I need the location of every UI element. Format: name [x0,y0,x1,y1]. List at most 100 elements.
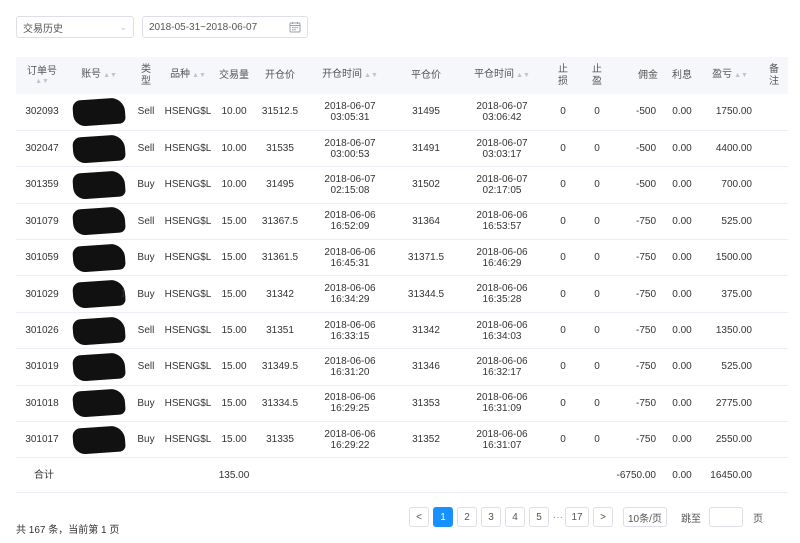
volume-cell: 15.00 [221,325,247,337]
col-open-time[interactable]: 开仓时间 ▲▼ [306,57,394,94]
type-cell: Sell [137,215,155,227]
open-clock: 16:34:29 [330,294,370,306]
table-row[interactable]: 302047 Sell HSENG$L 10.00 31535 2018-06-07 03:… [16,130,788,167]
total-empty-cell [760,458,788,493]
volume-cell: 15.00 [221,434,247,446]
sl-cell: 0 [560,143,566,155]
close-date: 2018-06-06 [476,392,528,404]
commission-cell: -500 [635,143,656,155]
col-symbol[interactable]: 品种 ▲▼ [162,57,214,94]
close-date: 2018-06-06 [476,210,528,222]
page-last-button[interactable]: 17 [565,507,589,527]
close-time-cell: 2018-06-07 03:03:17 [458,130,546,166]
symbol-cell: HSENG$L [164,106,212,118]
tp-cell: 0 [594,397,600,409]
tp-cell: 0 [594,288,600,300]
sl-cell: 0 [560,252,566,264]
page-1-button[interactable]: 1 [433,507,453,527]
page-4-button[interactable]: 4 [505,507,525,527]
redaction-blot [72,206,126,237]
open-date: 2018-06-06 [324,246,376,258]
order-id-cell: 302047 [25,143,59,155]
close-date: 2018-06-07 [476,100,528,112]
open-time-cell: 2018-06-07 03:00:53 [306,130,394,166]
table-row[interactable]: 301079 Sell HSENG$L 15.00 31367.5 2018-06-06 1… [16,203,788,240]
open-price-cell: 31495 [266,179,294,191]
open-price-cell: 31361.5 [261,252,299,264]
order-id-cell: 301017 [25,434,59,446]
col-close-time[interactable]: 平仓时间 ▲▼ [458,57,546,94]
table-row[interactable]: 301029 1 Buy HSENG$L 15.00 31342 2018-06-06 16:… [16,276,788,313]
close-clock: 16:35:28 [482,294,522,306]
sl-cell: 0 [560,106,566,118]
close-price-cell: 31491 [412,143,440,155]
sort-icon: ▲▼ [516,72,530,79]
volume-cell: 15.00 [221,288,247,300]
close-price-cell: 31352 [412,434,440,446]
commission-cell: -750 [635,325,656,337]
redaction-blot [72,133,126,164]
profit-cell: 2550.00 [715,434,752,446]
close-date: 2018-06-06 [476,428,528,440]
page-2-button[interactable]: 2 [457,507,477,527]
profit-cell: 1750.00 [715,106,752,118]
open-price-cell: 31535 [266,143,294,155]
col-profit[interactable]: 盈亏 ▲▼ [700,57,760,94]
account-cell-redacted [68,167,130,203]
table-row[interactable]: 301018 Buy HSENG$L 15.00 31334.5 2018-06-06 16… [16,385,788,422]
table-row[interactable]: 302093 Sell HSENG$L 10.00 31512.5 2018-06-07 0… [16,94,788,131]
page-3-button[interactable]: 3 [481,507,501,527]
jump-to-input[interactable] [709,507,743,527]
close-time-cell: 2018-06-06 16:46:29 [458,240,546,276]
type-cell: Buy [137,179,155,191]
table-row[interactable]: 301359 Buy HSENG$L 10.00 31495 2018-06-07 02:1… [16,167,788,204]
close-clock: 16:53:57 [482,221,522,233]
open-date: 2018-06-07 [324,100,376,112]
open-clock: 03:00:53 [330,148,370,160]
open-date: 2018-06-06 [324,283,376,295]
prev-page-button[interactable]: < [409,507,429,527]
page-size-select[interactable]: 10条/页 [623,507,667,527]
close-clock: 16:31:07 [482,439,522,451]
total-empty-cell [130,458,162,493]
sl-cell: 0 [560,215,566,227]
tp-cell: 0 [594,106,600,118]
note-cell [760,276,788,312]
date-range-picker[interactable]: 2018-05-31~2018-06-07 [142,16,308,38]
table-row[interactable]: 301017 Buy HSENG$L 15.00 31335 2018-06-06 16:2… [16,422,788,458]
col-order-id[interactable]: 订单号 ▲▼ [16,57,68,94]
table-row[interactable]: 301026 Sell HSENG$L 15.00 31351 2018-06-06 16:… [16,312,788,349]
col-account[interactable]: 账号 ▲▼ [68,57,130,94]
open-clock: 16:29:25 [330,403,370,415]
sl-cell: 0 [560,179,566,191]
tp-cell: 0 [594,325,600,337]
page-5-button[interactable]: 5 [529,507,549,527]
open-price-cell: 31335 [266,434,294,446]
profit-cell: 375.00 [721,288,752,300]
commission-cell: -750 [635,361,656,373]
table-row[interactable]: 301019 Sell HSENG$L 15.00 31349.5 2018-06-06 1… [16,349,788,386]
symbol-cell: HSENG$L [164,143,212,155]
pagination-ellipsis[interactable]: ··· [553,512,563,523]
type-cell: Buy [137,288,155,300]
open-price-cell: 31351 [266,325,294,337]
interest-cell: 0.00 [672,288,692,300]
order-id-cell: 301359 [25,179,59,191]
close-price-cell: 31344.5 [407,288,445,300]
next-page-button[interactable]: > [593,507,613,527]
interest-cell: 0.00 [672,215,692,227]
redaction-blot [72,315,126,346]
total-empty-cell [546,458,580,493]
account-cell-redacted [68,240,130,276]
sort-icon: ▲▼ [364,72,378,79]
interest-cell: 0.00 [672,143,692,155]
history-type-select[interactable]: 交易历史 ⌄ [16,16,134,38]
table-row[interactable]: 301059 Buy HSENG$L 15.00 31361.5 2018-06-06 16… [16,240,788,276]
close-time-cell: 2018-06-06 16:31:09 [458,385,546,421]
jump-to-label: 跳至 [681,513,701,525]
close-time-cell: 2018-06-06 16:31:07 [458,422,546,458]
close-time-cell: 2018-06-06 16:35:28 [458,276,546,312]
profit-cell: 4400.00 [715,143,752,155]
type-cell: Buy [137,434,155,446]
col-stop-loss: 止损 [558,63,568,87]
